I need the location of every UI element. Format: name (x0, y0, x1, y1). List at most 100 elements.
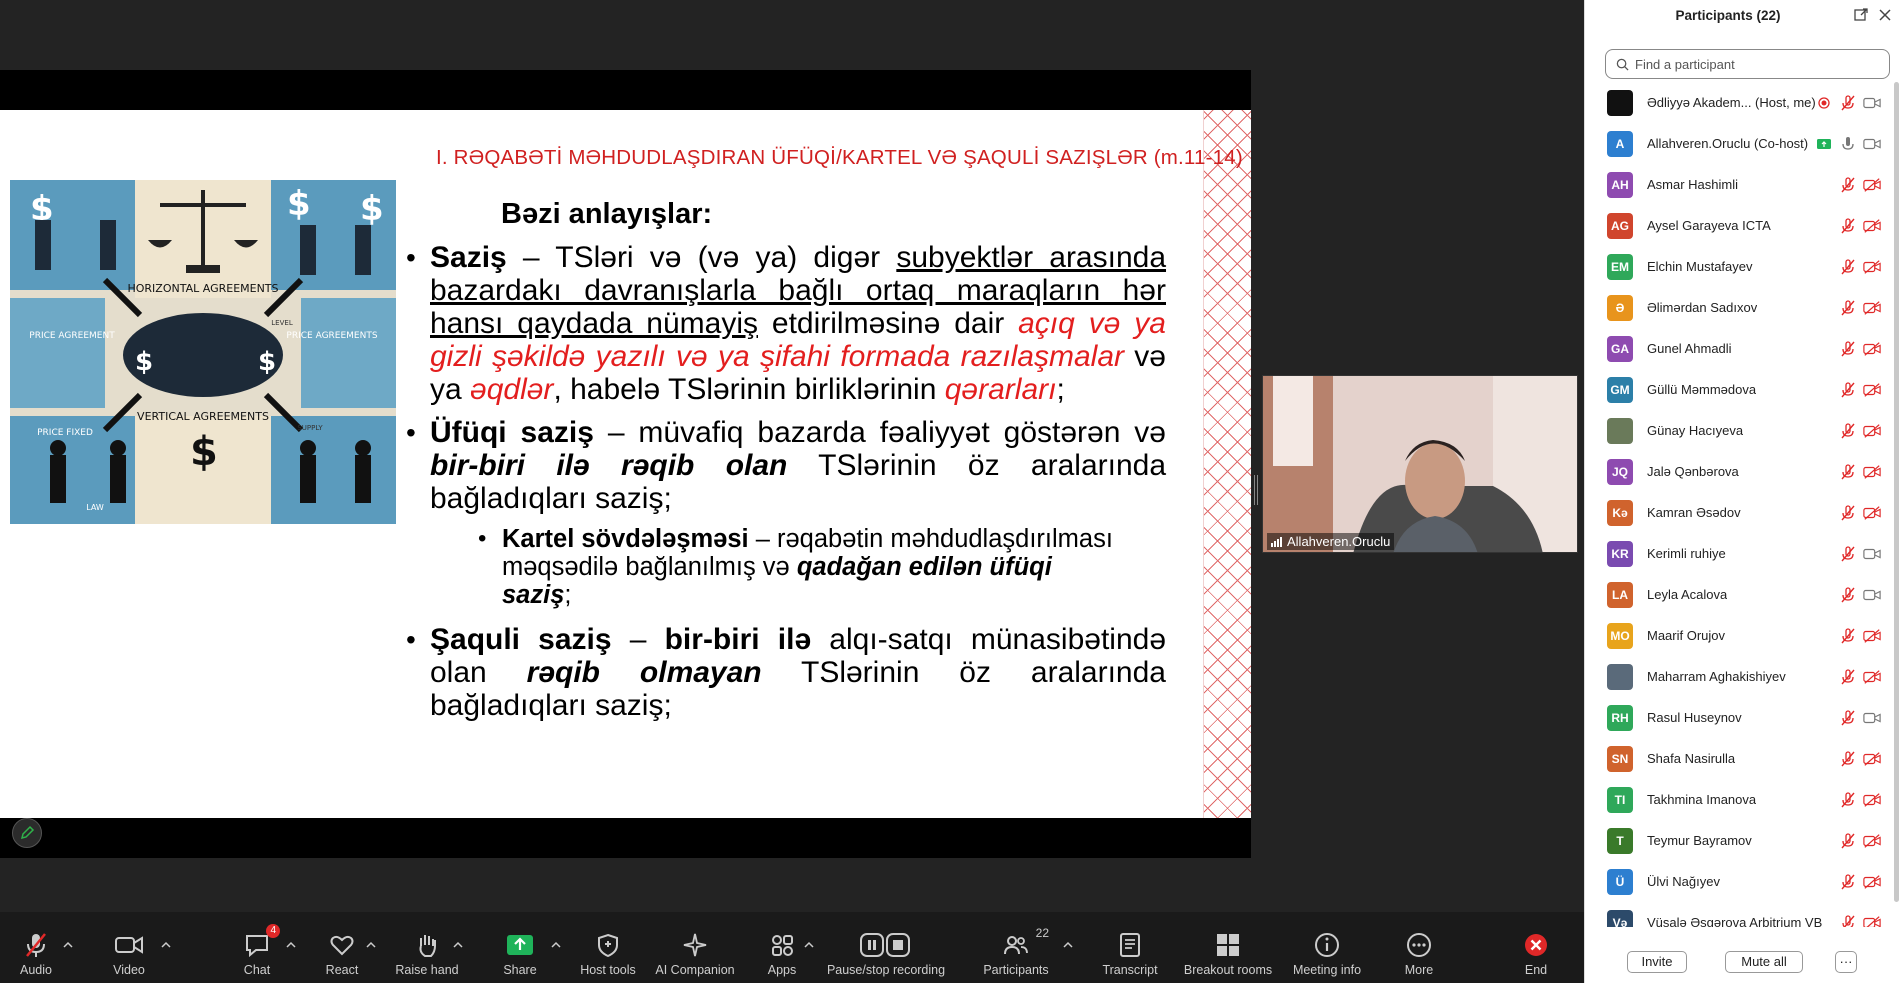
breakout-rooms-button[interactable]: Breakout rooms (1183, 930, 1273, 977)
raise-hand-options-chevron-icon[interactable] (452, 940, 464, 950)
panel-more-button[interactable]: ··· (1835, 950, 1857, 973)
participant-status-icons (1839, 381, 1881, 398)
participant-row[interactable]: Ədliyyə Akadem... (Host, me) (1585, 82, 1889, 123)
participant-name: Gunel Ahmadli (1647, 341, 1732, 356)
participant-name: Ülvi Nağıyev (1647, 874, 1720, 889)
mic-muted-icon (1841, 545, 1855, 561)
camera-off-icon (1863, 341, 1881, 356)
avatar: GM (1607, 376, 1633, 403)
annotate-button[interactable] (12, 818, 42, 848)
participant-row[interactable]: Ü Ülvi Nağıyev (1585, 861, 1889, 902)
share-screen-icon (507, 935, 533, 955)
mic-muted-icon (1841, 627, 1855, 643)
apps-button[interactable]: Apps (737, 930, 827, 977)
mic-muted-icon (1841, 258, 1855, 274)
participant-status-icons (1839, 668, 1881, 685)
participant-row[interactable]: KR Kerimli ruhiye (1585, 533, 1889, 574)
grid-icon (1217, 934, 1239, 956)
close-icon[interactable] (1877, 7, 1893, 23)
video-label: Video (113, 963, 145, 977)
term: Üfüqi saziş (430, 416, 594, 449)
mic-muted-icon (1842, 914, 1855, 927)
participant-row[interactable]: Maharram Aghakishiyev (1585, 656, 1889, 697)
more-button[interactable]: More (1374, 930, 1464, 977)
mic-muted-icon (1841, 504, 1855, 520)
participant-name: Allahveren.Oruclu (Co-host) (1647, 136, 1809, 151)
camera-off-icon (1863, 177, 1881, 192)
video-options-chevron-icon[interactable] (160, 940, 172, 950)
react-label: React (325, 963, 359, 977)
participants-button[interactable]: 22 Participants (971, 926, 1061, 977)
participant-row[interactable]: Günay Hacıyeva (1585, 410, 1889, 451)
avatar: LA (1607, 581, 1633, 608)
share-options-chevron-icon[interactable] (550, 940, 562, 950)
mic-muted-icon (26, 933, 46, 957)
camera-off-icon (1863, 423, 1881, 438)
participant-row[interactable]: SN Shafa Nasirulla (1585, 738, 1889, 779)
invite-button[interactable]: Invite (1627, 950, 1687, 973)
host-tools-button[interactable]: Host tools (563, 930, 653, 977)
participant-row[interactable]: T Teymur Bayramov (1585, 820, 1889, 861)
participant-row[interactable]: Və Vüsalə Əsgərova Arbitrium VB (1585, 902, 1889, 927)
react-options-chevron-icon[interactable] (365, 940, 377, 950)
end-button[interactable]: End (1491, 930, 1581, 977)
camera-icon (1863, 138, 1881, 149)
audio-options-chevron-icon[interactable] (62, 940, 74, 950)
screen-share-icon (1817, 138, 1831, 149)
chat-button[interactable]: 4 Chat (212, 924, 302, 977)
participant-name: Elchin Mustafayev (1647, 259, 1753, 274)
sub-bullet-kartel: Kartel sövdələşməsi – rəqabətin məhdudla… (478, 525, 1118, 609)
participant-status-icons (1839, 832, 1881, 849)
participant-status-icons (1815, 136, 1881, 152)
participant-row[interactable]: GA Gunel Ahmadli (1585, 328, 1889, 369)
participant-row[interactable]: AH Asmar Hashimli (1585, 164, 1889, 205)
camera-icon (1863, 589, 1881, 600)
participant-row[interactable]: RH Rasul Huseynov (1585, 697, 1889, 738)
react-button[interactable]: React (297, 930, 387, 977)
participant-row[interactable]: GM Güllü Məmmədova (1585, 369, 1889, 410)
transcript-button[interactable]: Transcript (1085, 930, 1175, 977)
splitter-handle[interactable] (1254, 475, 1258, 505)
camera-icon (1863, 97, 1881, 108)
participant-row[interactable]: AG Aysel Garayeva ICTA (1585, 205, 1889, 246)
slide-decorative-pattern (1203, 110, 1251, 818)
camera-off-icon (1863, 300, 1881, 315)
participants-options-chevron-icon[interactable] (1062, 940, 1074, 950)
video-tile[interactable]: Allahveren.Oruclu (1262, 375, 1578, 553)
pause-stop-recording-button[interactable]: Pause/stop recording (827, 930, 945, 977)
popout-icon[interactable] (1853, 7, 1869, 23)
text-red: qərarları (944, 373, 1057, 406)
search-input[interactable] (1635, 56, 1875, 72)
participant-name: Maarif Orujov (1647, 628, 1726, 643)
video-button[interactable]: Video (84, 930, 174, 977)
chat-options-chevron-icon[interactable] (285, 940, 297, 950)
participant-name: Asmar Hashimli (1647, 177, 1739, 192)
participant-row[interactable]: JQ Jalə Qənbərova (1585, 451, 1889, 492)
panel-scrollbar[interactable] (1894, 82, 1899, 902)
participant-row[interactable]: TI Takhmina Imanova (1585, 779, 1889, 820)
participant-row[interactable]: Ə Əlimərdan Sadıxov (1585, 287, 1889, 328)
audio-button[interactable]: Audio (0, 930, 81, 977)
slide-header: I. RƏQABƏTİ MƏHDUDLAŞDIRAN ÜFÜQİ/KARTEL … (436, 146, 1243, 169)
participant-row[interactable]: EM Elchin Mustafayev (1585, 246, 1889, 287)
meeting-info-button[interactable]: Meeting info (1282, 930, 1372, 977)
text: ; (1056, 373, 1065, 406)
illustration-label-law: LAW (86, 503, 104, 512)
participant-row[interactable]: LA Leyla Acalova (1585, 574, 1889, 615)
chat-icon (246, 935, 268, 957)
participant-search[interactable] (1605, 49, 1890, 79)
apps-options-chevron-icon[interactable] (803, 940, 815, 950)
search-icon (1616, 58, 1629, 71)
participant-name: Günay Hacıyeva (1647, 423, 1744, 438)
raise-hand-button[interactable]: Raise hand (382, 930, 472, 977)
ai-companion-button[interactable]: AI Companion (650, 930, 740, 977)
mute-all-button[interactable]: Mute all (1725, 950, 1803, 973)
recording-controls-icon (860, 933, 910, 957)
participant-row[interactable]: A Allahveren.Oruclu (Co-host) (1585, 123, 1889, 164)
participant-row[interactable]: Kə Kamran Əsədov (1585, 492, 1889, 533)
mic-icon (1842, 136, 1854, 150)
slide-body: Bəzi anlayışlar: Saziş – TSləri və (və y… (406, 198, 1166, 732)
avatar: RH (1607, 704, 1633, 731)
participant-row[interactable]: MO Maarif Orujov (1585, 615, 1889, 656)
share-button[interactable]: Share (475, 930, 565, 977)
